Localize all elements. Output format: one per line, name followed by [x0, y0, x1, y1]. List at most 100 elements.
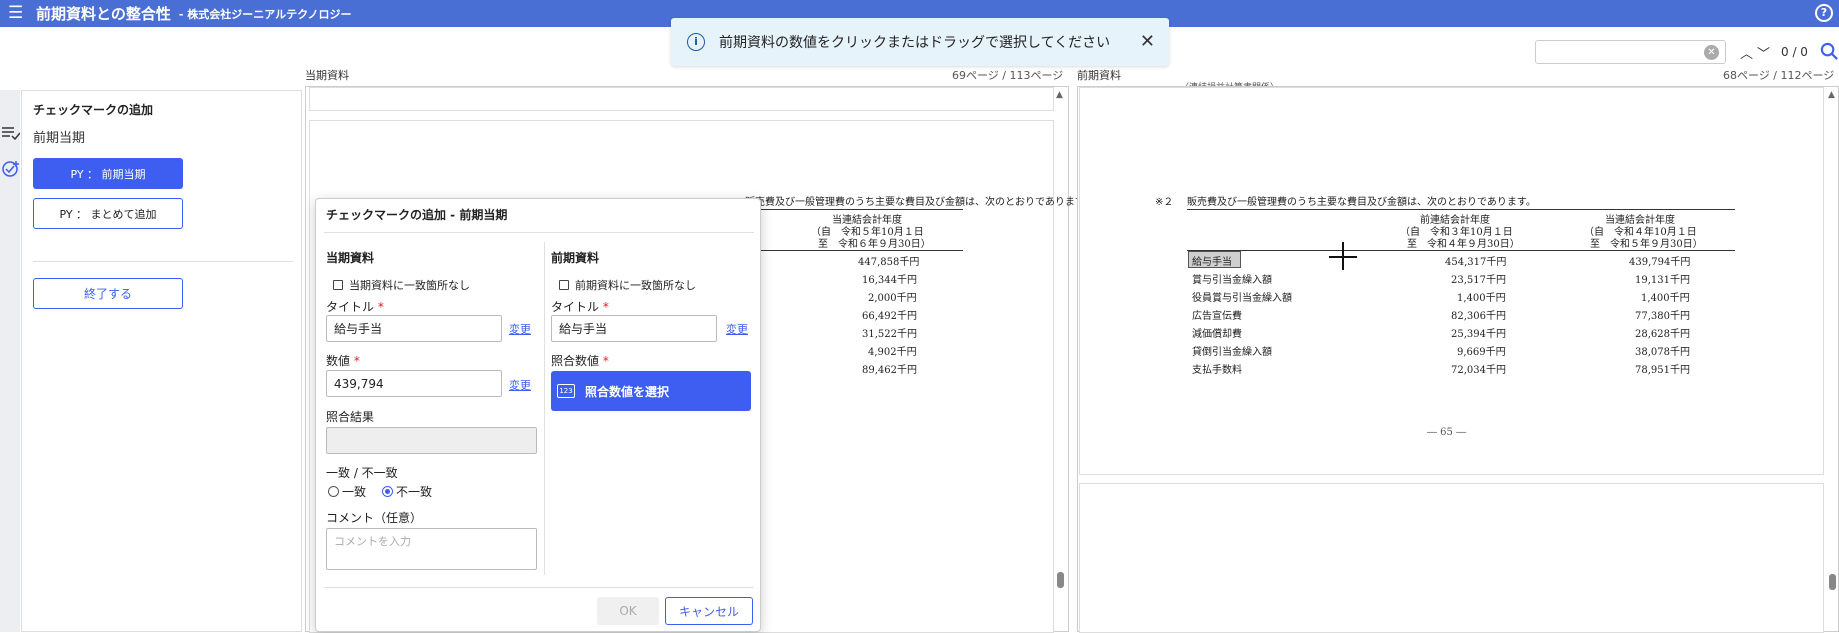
prior-doc-viewer[interactable]: [1077, 86, 1839, 633]
info-icon: i: [687, 33, 705, 51]
checkbox-icon[interactable]: [559, 280, 569, 290]
prior-doc-row-prev[interactable]: 23,517千円: [1451, 271, 1506, 286]
prior-doc-col2-to: 至 令和５年９月30日）: [1590, 239, 1703, 250]
instruction-toast: i 前期資料の数値をクリックまたはドラッグで選択してください ✕: [671, 18, 1169, 66]
table-rule: [1187, 250, 1735, 251]
radio-icon[interactable]: [328, 486, 339, 497]
side-panel-title: チェックマークの追加: [33, 103, 154, 117]
scroll-thumb[interactable]: [1829, 574, 1836, 590]
select-compare-value-label: 照合数値を選択: [585, 384, 670, 399]
select-compare-value-button[interactable]: 123 照合数値を選択: [551, 371, 751, 411]
ok-button[interactable]: OK: [597, 597, 659, 625]
current-doc-value[interactable]: 447,858千円: [858, 253, 919, 268]
radio-mismatch-label: 不一致: [396, 485, 433, 499]
prior-doc-row-prev[interactable]: 1,400千円: [1457, 289, 1506, 304]
prior-doc-row-curr[interactable]: 19,131千円: [1635, 271, 1690, 286]
checkbox-label: 前期資料に一致箇所なし: [575, 279, 696, 292]
checkbox-label: 当期資料に一致箇所なし: [349, 279, 470, 292]
prior-doc-row-item[interactable]: 役員賞与引当金繰入額: [1192, 289, 1292, 304]
current-doc-scrollbar[interactable]: ▲: [1055, 86, 1065, 632]
hamburger-menu-icon[interactable]: ☰: [8, 5, 28, 22]
checkbox-icon[interactable]: [333, 280, 343, 290]
current-doc-value[interactable]: 16,344千円: [862, 271, 917, 286]
next-match-icon[interactable]: ﹀: [1757, 43, 1770, 62]
prior-doc-row-curr[interactable]: 78,951千円: [1635, 361, 1690, 376]
prior-doc-row-curr[interactable]: 77,380千円: [1635, 307, 1690, 322]
current-doc-value[interactable]: 89,462千円: [862, 361, 917, 376]
side-panel-subtitle: 前期当期: [33, 131, 86, 146]
value-label: 数値 *: [326, 354, 360, 368]
add-checkmark-dialog: チェックマークの追加 - 前期当期 当期資料 当期資料に一致箇所なし タイトル …: [315, 198, 761, 632]
py-current-button[interactable]: PY ： 前期当期: [33, 158, 183, 189]
add-check-icon[interactable]: [2, 160, 20, 178]
crosshair-cursor-icon: [1342, 242, 1344, 270]
comment-textarea[interactable]: コメントを入力: [326, 528, 537, 570]
current-doc-value[interactable]: 31,522千円: [862, 325, 917, 340]
prior-doc-row-prev[interactable]: 9,669千円: [1457, 343, 1506, 358]
prior-doc-row-item[interactable]: 支払手数料: [1192, 361, 1242, 376]
result-label: 照合結果: [326, 410, 375, 424]
match-count: 0 / 0: [1781, 45, 1808, 59]
current-doc-value[interactable]: 66,492千円: [862, 307, 917, 322]
prior-doc-row-curr[interactable]: 28,628千円: [1635, 325, 1690, 340]
py-bulk-add-button[interactable]: PY ： まとめて追加: [33, 198, 183, 229]
current-title-field[interactable]: 給与手当: [326, 315, 502, 342]
radio-selected-icon[interactable]: [382, 486, 393, 497]
prior-doc-section-title: 前期資料: [551, 251, 600, 265]
prior-no-match-checkbox[interactable]: 前期資料に一致箇所なし: [559, 277, 696, 293]
current-no-match-checkbox[interactable]: 当期資料に一致箇所なし: [333, 277, 470, 293]
scroll-up-icon[interactable]: ▲: [1828, 90, 1835, 100]
prior-doc-top-note: （連結損益計算書関係）: [1180, 80, 1279, 86]
previous-match-icon[interactable]: ︿: [1740, 43, 1753, 62]
current-value-change-link[interactable]: 変更: [509, 377, 531, 393]
prior-doc-scrollbar[interactable]: ▲: [1827, 86, 1837, 632]
current-title-change-link[interactable]: 変更: [509, 321, 531, 337]
toast-message: 前期資料の数値をクリックまたはドラッグで選択してください: [719, 35, 1111, 51]
prior-doc-row-curr[interactable]: 439,794千円: [1629, 253, 1690, 268]
prior-doc-note-text: 販売費及び一般管理費のうち主要な費目及び金額は、次のとおりであります。: [1187, 197, 1536, 208]
scroll-up-icon[interactable]: ▲: [1056, 90, 1063, 100]
cancel-button[interactable]: キャンセル: [665, 597, 753, 625]
prior-doc-label: 前期資料: [1077, 69, 1121, 82]
title-label: タイトル *: [551, 300, 609, 314]
prior-title-field[interactable]: 給与手当: [551, 315, 717, 342]
prior-doc-row-curr[interactable]: 38,078千円: [1635, 343, 1690, 358]
clear-search-icon[interactable]: ✕: [1704, 45, 1719, 60]
prior-doc-row-prev[interactable]: 82,306千円: [1451, 307, 1506, 322]
prior-doc-page-number: ― 65 ―: [1427, 427, 1467, 438]
prior-title-change-link[interactable]: 変更: [726, 321, 748, 337]
side-panel: チェックマークの追加 前期当期 PY ： 前期当期 PY ： まとめて追加 終了…: [21, 90, 302, 632]
prior-doc-page-next: [1079, 483, 1824, 633]
prior-doc-row-item[interactable]: 広告宣伝費: [1192, 307, 1242, 322]
question-circle-icon[interactable]: ?: [1815, 4, 1833, 22]
current-doc-label: 当期資料: [305, 69, 349, 82]
prior-doc-row-item[interactable]: 給与手当: [1192, 253, 1232, 268]
prior-doc-row-curr[interactable]: 1,400千円: [1641, 289, 1690, 304]
close-icon[interactable]: ✕: [1140, 31, 1155, 52]
search-icon[interactable]: [1820, 42, 1839, 61]
table-rule: [1187, 209, 1735, 210]
prior-doc-row-item[interactable]: 減価償却費: [1192, 325, 1242, 340]
prior-doc-note-label: ※２: [1155, 197, 1174, 208]
current-value-field[interactable]: 439,794: [326, 370, 502, 397]
divider: [324, 587, 754, 588]
current-doc-section-title: 当期資料: [326, 251, 375, 265]
table-rule: [755, 250, 963, 251]
scroll-thumb[interactable]: [1057, 572, 1064, 588]
prior-doc-row-prev[interactable]: 72,034千円: [1451, 361, 1506, 376]
finish-button[interactable]: 終了する: [33, 278, 183, 309]
current-doc-value[interactable]: 2,000千円: [868, 289, 917, 304]
prior-doc-row-item[interactable]: 賞与引当金繰入額: [1192, 271, 1272, 286]
result-field: [326, 427, 537, 454]
radio-match[interactable]: 一致: [328, 483, 366, 500]
radio-mismatch[interactable]: 不一致: [382, 483, 432, 500]
prior-doc-row-prev[interactable]: 454,317千円: [1445, 253, 1506, 268]
divider: [33, 261, 293, 262]
prior-doc-row-item[interactable]: 貸倒引当金繰入額: [1192, 343, 1272, 358]
title-label: タイトル *: [326, 300, 384, 314]
prior-doc-row-prev[interactable]: 25,394千円: [1451, 325, 1506, 340]
comment-label: コメント（任意）: [326, 511, 423, 525]
search-input[interactable]: ✕: [1535, 40, 1726, 64]
current-doc-value[interactable]: 4,902千円: [868, 343, 917, 358]
checklist-icon[interactable]: [2, 126, 20, 140]
